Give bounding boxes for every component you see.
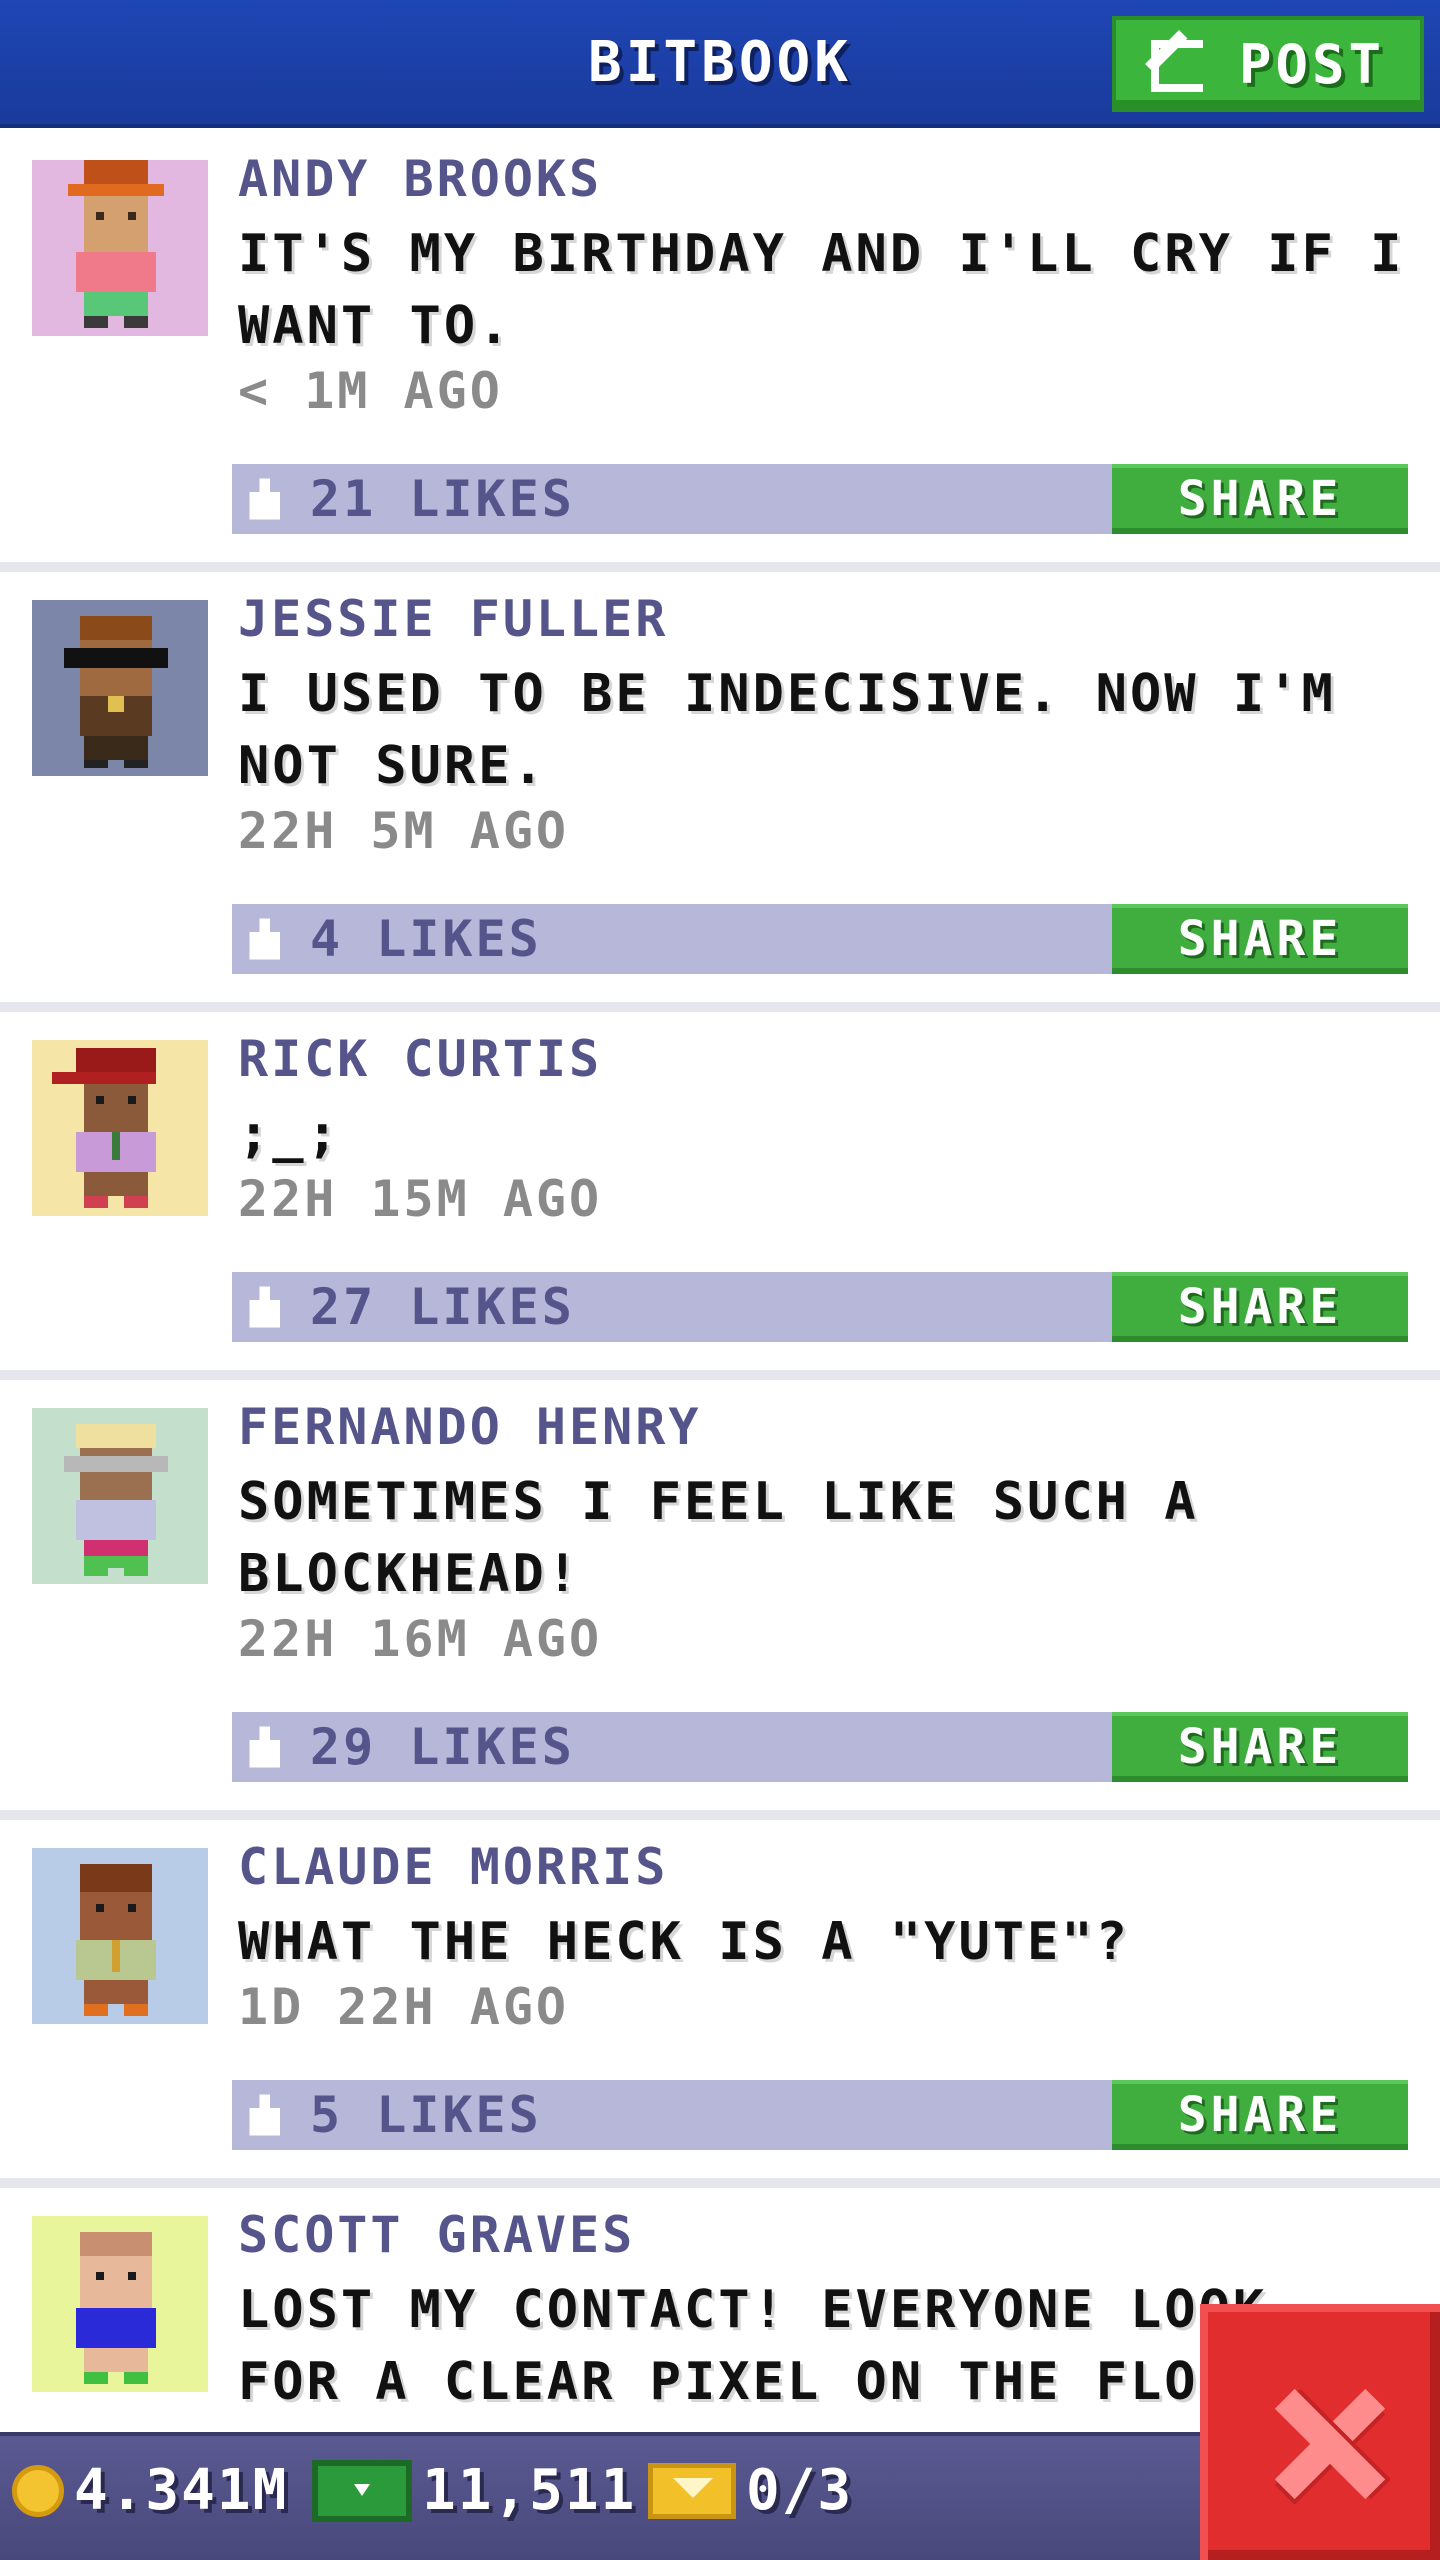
feed-post: CLAUDE MORRIS WHAT THE HECK IS A "YUTE"?… — [0, 1820, 1440, 2188]
post-author[interactable]: JESSIE FULLER — [238, 590, 668, 648]
likes-bar: 4 LIKES SHARE — [232, 904, 1408, 974]
app-header: BITBOOK POST — [0, 0, 1440, 128]
post-message: I USED TO BE INDECISIVE. NOW I'M NOT SUR… — [238, 664, 1336, 796]
likes-bar: 5 LIKES SHARE — [232, 2080, 1408, 2150]
likes-count[interactable]: 29 LIKES — [310, 1718, 575, 1776]
avatar[interactable] — [32, 1848, 208, 2024]
likes-bar: 21 LIKES SHARE — [232, 464, 1408, 534]
edit-icon — [1145, 30, 1215, 96]
thumbs-up-icon — [249, 1286, 280, 1328]
likes-bar: 29 LIKES SHARE — [232, 1712, 1408, 1782]
close-icon — [1272, 2388, 1384, 2500]
share-button[interactable]: SHARE — [1112, 1712, 1408, 1782]
coin-icon — [12, 2464, 64, 2517]
ticket-icon — [648, 2462, 736, 2519]
thumbs-up-icon — [249, 478, 280, 520]
share-button[interactable]: SHARE — [1112, 904, 1408, 974]
likes-count[interactable]: 5 LIKES — [310, 2086, 542, 2144]
likes-count[interactable]: 27 LIKES — [310, 1278, 575, 1336]
avatar[interactable] — [32, 2216, 208, 2392]
post-author[interactable]: FERNANDO HENRY — [238, 1398, 701, 1456]
likes-bar: 27 LIKES SHARE — [232, 1272, 1408, 1342]
thumbs-up-icon — [249, 1726, 280, 1768]
feed-post: FERNANDO HENRY SOMETIMES I FEEL LIKE SUC… — [0, 1380, 1440, 1820]
post-time: 1D 22H AGO — [238, 1978, 570, 2036]
avatar[interactable] — [32, 160, 208, 336]
avatar[interactable] — [32, 600, 208, 776]
close-button[interactable] — [1200, 2304, 1440, 2560]
share-button[interactable]: SHARE — [1112, 1272, 1408, 1342]
cash-icon — [312, 2459, 412, 2522]
feed-post: ANDY BROOKS IT'S MY BIRTHDAY AND I'LL CR… — [0, 132, 1440, 572]
feed-list[interactable]: ANDY BROOKS IT'S MY BIRTHDAY AND I'LL CR… — [0, 132, 1440, 2560]
avatar[interactable] — [32, 1408, 208, 1584]
share-button[interactable]: SHARE — [1112, 2080, 1408, 2150]
post-message: ;_; — [238, 1104, 341, 1164]
post-message: SOMETIMES I FEEL LIKE SUCH A BLOCKHEAD! — [238, 1472, 1199, 1604]
post-message: WHAT THE HECK IS A "YUTE"? — [238, 1912, 1130, 1972]
feed-post: JESSIE FULLER I USED TO BE INDECISIVE. N… — [0, 572, 1440, 1012]
likes-count[interactable]: 21 LIKES — [310, 470, 575, 528]
tickets-value: 0/3 — [746, 2458, 854, 2523]
post-message: IT'S MY BIRTHDAY AND I'LL CRY IF I WANT … — [238, 224, 1405, 356]
bux-value: 11,511 — [422, 2458, 637, 2523]
post-time: < 1M AGO — [238, 362, 503, 420]
thumbs-up-icon — [249, 2094, 280, 2136]
coins-stat[interactable]: 4.341M — [12, 2458, 288, 2523]
likes-count[interactable]: 4 LIKES — [310, 910, 542, 968]
post-time: 22H 16M AGO — [238, 1610, 603, 1668]
post-time: 22H 5M AGO — [238, 802, 570, 860]
share-button[interactable]: SHARE — [1112, 464, 1408, 534]
bux-stat[interactable]: 11,511 — [312, 2458, 636, 2523]
post-author[interactable]: RICK CURTIS — [238, 1030, 602, 1088]
post-author[interactable]: CLAUDE MORRIS — [238, 1838, 668, 1896]
tickets-stat[interactable]: 0/3 — [648, 2458, 853, 2523]
post-button[interactable]: POST — [1112, 16, 1424, 112]
coins-value: 4.341M — [74, 2458, 289, 2523]
post-button-label: POST — [1238, 32, 1386, 96]
feed-post: RICK CURTIS ;_; 22H 15M AGO 27 LIKES SHA… — [0, 1012, 1440, 1380]
post-author[interactable]: ANDY BROOKS — [238, 150, 602, 208]
post-time: 22H 15M AGO — [238, 1170, 603, 1228]
thumbs-up-icon — [249, 918, 280, 960]
avatar[interactable] — [32, 1040, 208, 1216]
post-author[interactable]: SCOTT GRAVES — [238, 2206, 635, 2264]
